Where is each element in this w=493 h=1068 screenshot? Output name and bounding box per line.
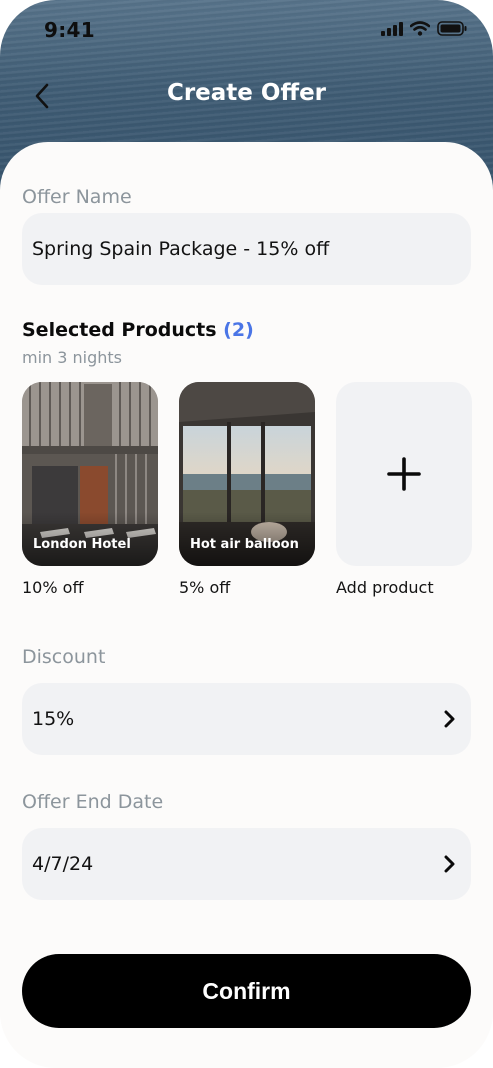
page-title: Create Offer — [166, 80, 327, 106]
end-date-label: Offer End Date — [22, 791, 164, 813]
selected-products-title: Selected Products (2) — [22, 319, 254, 341]
end-date-field[interactable]: 4/7/24 — [22, 828, 471, 900]
product-card-hot-air-balloon[interactable]: Hot air balloon — [179, 382, 315, 566]
offer-name-field[interactable]: Spring Spain Package - 15% off — [22, 213, 471, 285]
add-product-label: Add product — [336, 578, 434, 597]
chevron-right-icon — [444, 710, 455, 728]
confirm-button[interactable]: Confirm — [22, 954, 471, 1028]
wifi-icon — [410, 21, 430, 36]
offer-name-value: Spring Spain Package - 15% off — [32, 238, 330, 260]
battery-icon — [437, 21, 467, 36]
discount-field[interactable]: 15% — [22, 683, 471, 755]
discount-value: 15% — [32, 708, 75, 730]
product-card-london-hotel[interactable]: London Hotel — [22, 382, 158, 566]
selected-products-count: (2) — [223, 319, 254, 341]
status-icons — [381, 21, 467, 36]
product-discount-caption: 5% off — [179, 578, 231, 597]
product-discount-caption: 10% off — [22, 578, 84, 597]
signal-icon — [381, 21, 403, 36]
selected-products-label: Selected Products — [22, 319, 217, 341]
selected-products-subtitle: min 3 nights — [22, 348, 123, 367]
discount-label: Discount — [22, 646, 106, 668]
offer-name-label: Offer Name — [22, 186, 132, 208]
phone-screen: 9:41 Create Offer Offer Name Spring Spai… — [0, 0, 493, 1068]
product-name: London Hotel — [33, 537, 131, 552]
status-time: 9:41 — [44, 18, 95, 42]
status-bar: 9:41 — [0, 0, 493, 60]
add-product-button[interactable] — [336, 382, 472, 566]
chevron-right-icon — [444, 855, 455, 873]
plus-icon — [387, 457, 421, 491]
product-name: Hot air balloon — [190, 537, 299, 552]
end-date-value: 4/7/24 — [32, 853, 94, 875]
